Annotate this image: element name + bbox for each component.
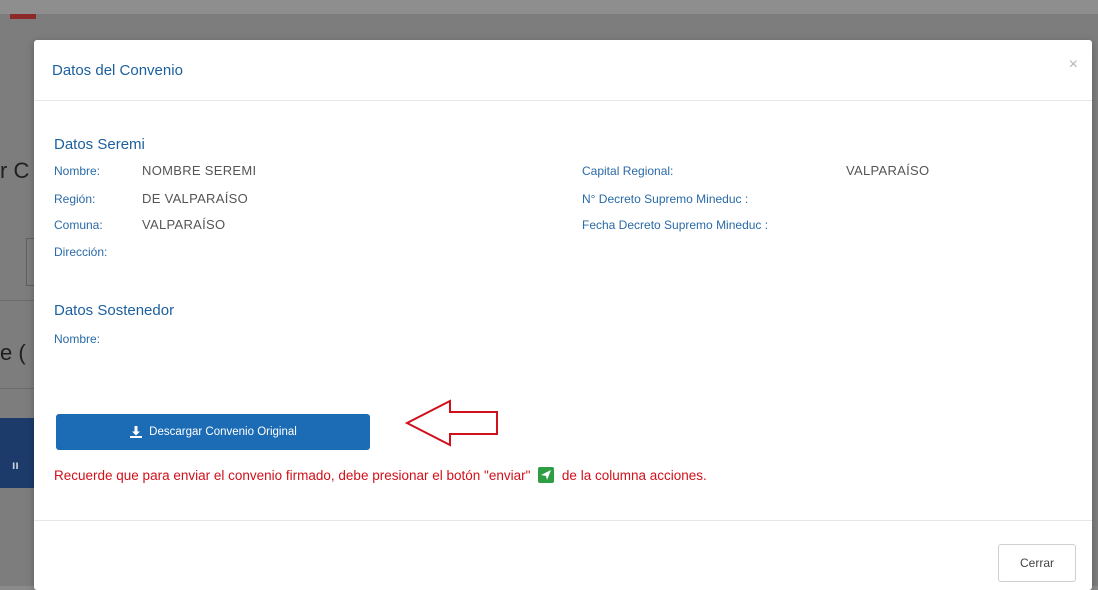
label-decreto: N° Decreto Supremo Mineduc : <box>582 192 749 206</box>
label-fecha-decreto: Fecha Decreto Supremo Mineduc : <box>582 218 769 232</box>
background-heading-fragment-2: e ( <box>0 340 26 365</box>
label-nombre: Nombre: <box>54 164 101 178</box>
left-arrow-annotation-icon <box>404 399 498 447</box>
background-table-header-text: ıı <box>12 458 19 472</box>
value-nombre: NOMBRE SEREMI <box>142 163 257 178</box>
value-comuna: VALPARAÍSO <box>142 217 226 232</box>
modal-title: Datos del Convenio <box>52 62 183 79</box>
download-convenio-button[interactable]: Descargar Convenio Original <box>56 414 370 450</box>
cerrar-button[interactable]: Cerrar <box>998 544 1076 582</box>
background-table-header <box>0 418 34 488</box>
note-text-before: Recuerde que para enviar el convenio fir… <box>54 468 531 483</box>
modal-footer-divider <box>34 520 1092 521</box>
section-title-seremi: Datos Seremi <box>54 136 145 153</box>
label-sostenedor-nombre: Nombre: <box>54 332 101 346</box>
label-capital-regional: Capital Regional: <box>582 164 674 178</box>
send-reminder-note: Recuerde que para enviar el convenio fir… <box>54 467 707 483</box>
background-brand-mark <box>10 14 36 19</box>
send-icon <box>538 467 555 483</box>
close-icon[interactable]: × <box>1069 56 1078 74</box>
section-title-sostenedor: Datos Sostenedor <box>54 302 175 319</box>
modal-header: Datos del Convenio × <box>34 40 1092 101</box>
note-text-after: de la columna acciones. <box>561 468 707 483</box>
download-icon <box>130 426 143 438</box>
background-heading-fragment: r C <box>0 158 30 183</box>
value-capital-regional: VALPARAÍSO <box>846 163 930 178</box>
label-direccion: Dirección: <box>54 245 108 259</box>
background-topbar <box>0 0 1098 14</box>
download-button-label: Descargar Convenio Original <box>149 426 297 438</box>
convenio-modal: Datos del Convenio × Datos Seremi Nombre… <box>34 40 1092 590</box>
value-region: DE VALPARAÍSO <box>142 191 249 206</box>
background-divider <box>0 300 34 301</box>
label-region: Región: <box>54 192 96 206</box>
background-divider-2 <box>0 388 34 389</box>
label-comuna: Comuna: <box>54 218 103 232</box>
